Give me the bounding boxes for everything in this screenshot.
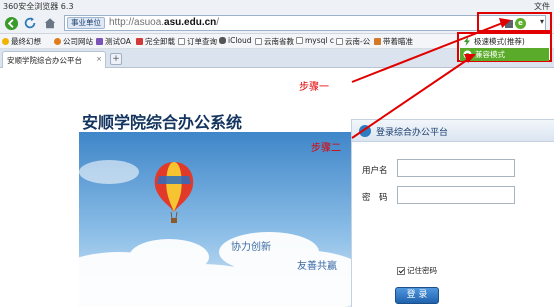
tab-label: 安顺学院综合办公平台 xyxy=(7,56,82,65)
globe-icon xyxy=(54,38,61,45)
slogan-2: 友善共赢 xyxy=(297,259,337,272)
page-icon xyxy=(374,38,381,45)
refresh-button[interactable] xyxy=(22,15,38,31)
ie-icon: e xyxy=(463,50,472,59)
page-icon xyxy=(255,38,262,45)
bookmark-item[interactable]: 公司网站 xyxy=(54,36,93,47)
tab-oa-platform[interactable]: 安顺学院综合办公平台 × xyxy=(2,51,106,68)
login-button[interactable]: 登 录 xyxy=(395,287,439,304)
banner-image: 协力创新 友善共赢 xyxy=(79,132,351,307)
password-input[interactable] xyxy=(397,186,515,204)
bookmark-item[interactable]: 订单查询 xyxy=(178,36,217,47)
bookmark-item[interactable]: mysql c xyxy=(296,36,334,45)
page-icon xyxy=(136,38,143,45)
bookmark-item[interactable]: 云南-公 xyxy=(336,36,370,47)
password-label: 密 码 xyxy=(362,193,388,203)
bookmark-item[interactable]: iCloud xyxy=(219,36,252,45)
bolt-icon xyxy=(464,37,470,46)
bookmark-item[interactable]: 云南省教 xyxy=(255,36,294,47)
page-icon xyxy=(336,38,343,45)
step1-label: 步骤一 xyxy=(299,82,329,93)
remember-label: 记住密码 xyxy=(407,266,437,275)
home-button[interactable] xyxy=(42,15,58,31)
menu-item-compat-mode[interactable]: e 兼容模式 xyxy=(460,48,549,61)
navigation-bar: 事业单位 http://asuoa.asu.edu.cn/ e ▾ xyxy=(0,12,554,34)
page-icon xyxy=(296,37,303,44)
remember-password[interactable]: 记住密码 xyxy=(397,265,437,276)
bookmark-item[interactable]: 带着瞄准 xyxy=(374,36,413,47)
login-panel: 登录综合办公平台 用户名 密 码 记住密码 登 录 xyxy=(351,119,554,307)
page-content: 安顺学院综合办公系统 协力创新 友善共赢 登录综合办公平台 用户名 密 码 记住… xyxy=(0,69,554,307)
highlight-box-mode-switch xyxy=(477,12,552,32)
star-icon xyxy=(2,38,9,45)
apple-icon xyxy=(219,37,226,44)
back-button[interactable] xyxy=(3,15,19,31)
address-bar[interactable]: 事业单位 http://asuoa.asu.edu.cn/ e ▾ xyxy=(64,15,546,31)
remember-checkbox[interactable] xyxy=(397,266,405,275)
svg-text:e: e xyxy=(465,51,470,59)
url-text[interactable]: http://asuoa.asu.edu.cn/ xyxy=(109,17,219,28)
site-category-tag[interactable]: 事业单位 xyxy=(67,17,105,29)
bookmark-item[interactable]: 完全卸载 xyxy=(136,36,175,47)
refresh-icon xyxy=(24,17,36,29)
file-menu[interactable]: 文件 xyxy=(534,1,550,12)
menu-item-speed-mode[interactable]: 极速模式(推荐) xyxy=(460,35,549,48)
window-title: 360安全浏览器 6.3 xyxy=(3,2,74,11)
username-label: 用户名 xyxy=(362,166,388,176)
bookmark-item[interactable]: 最终幻想 xyxy=(2,36,41,47)
login-header: 登录综合办公平台 xyxy=(352,120,554,142)
login-arrow-icon xyxy=(359,125,371,137)
login-title: 登录综合办公平台 xyxy=(376,128,449,138)
bookmark-item[interactable]: 测试OA xyxy=(96,36,131,47)
page-icon xyxy=(96,38,103,45)
username-input[interactable] xyxy=(397,159,515,177)
render-mode-menu: 极速模式(推荐) e 兼容模式 xyxy=(457,32,552,62)
slogan-1: 协力创新 xyxy=(231,240,271,253)
home-icon xyxy=(44,18,56,29)
close-icon[interactable]: × xyxy=(96,55,102,63)
page-title: 安顺学院综合办公系统 xyxy=(82,113,243,132)
step2-label: 步骤二 xyxy=(311,143,341,154)
window-titlebar: 360安全浏览器 6.3 文件 xyxy=(0,0,554,12)
new-tab-button[interactable]: + xyxy=(110,53,122,65)
back-arrow-icon xyxy=(4,16,18,30)
page-icon xyxy=(178,38,185,45)
